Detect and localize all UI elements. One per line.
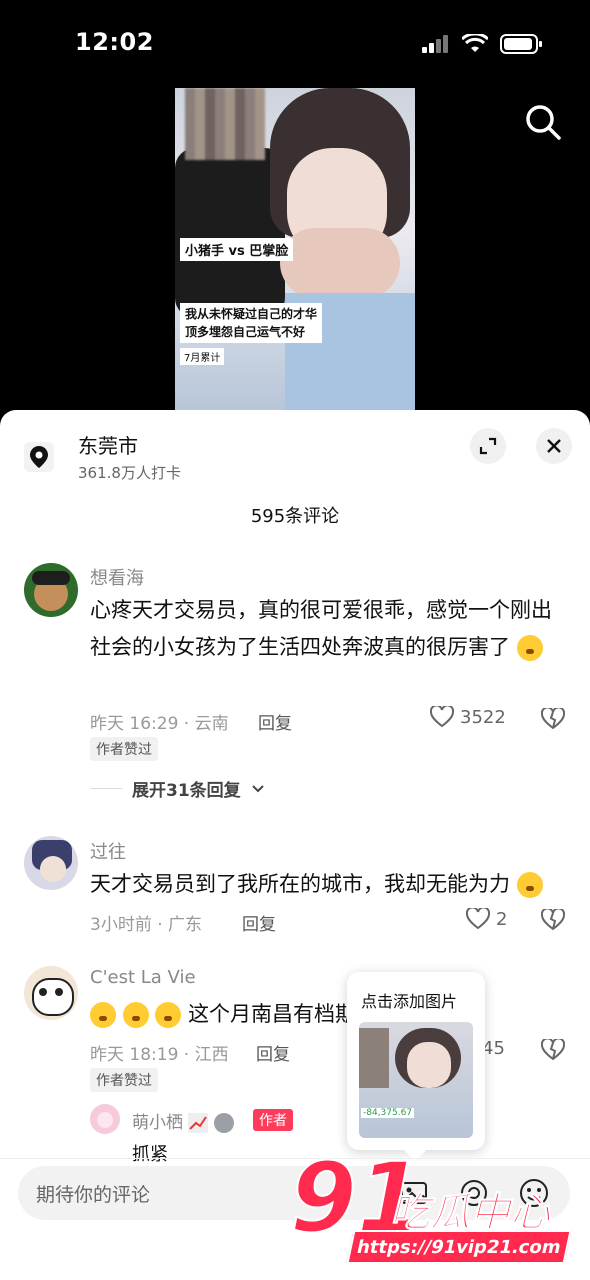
pleading-emoji-icon (155, 1002, 182, 1028)
video-hand (280, 228, 400, 298)
add-image-tooltip[interactable]: 点击添加图片 -84,375.67 (347, 972, 485, 1162)
comment-count: 595条评论 (250, 506, 340, 527)
dislike-button[interactable] (540, 1037, 566, 1065)
expand-button[interactable] (470, 428, 506, 464)
video-caption-line1: 我从未怀疑过自己的才华 (185, 307, 318, 321)
reply-button[interactable]: 回复 (242, 910, 276, 935)
crying-emoji-icon (516, 872, 543, 898)
heart-icon (430, 706, 454, 728)
alien-emoji-icon (213, 1113, 234, 1133)
sub-reply-text: 抓紧 (132, 1144, 168, 1165)
signal-icon (422, 35, 448, 53)
comment-meta: 昨天 16:29 · 云南 (90, 714, 229, 734)
battery-icon (500, 34, 542, 54)
wifi-icon (462, 34, 488, 52)
broken-heart-icon (540, 706, 566, 730)
author-liked-badge: 作者赞过 (90, 737, 158, 761)
video-player[interactable]: 小猪手 vs 巴掌脸 我从未怀疑过自己的才华 顶多埋怨自己运气不好 7月累计 (175, 88, 415, 410)
sub-reply-username[interactable]: 萌小栖 (132, 1108, 234, 1133)
close-icon (547, 439, 561, 453)
avatar[interactable] (24, 836, 78, 890)
comment-text: 心疼天才交易员，真的很可爱很乖，感觉一个刚出社会的小女孩为了生活四处奔波真的很厉… (90, 592, 570, 666)
broken-heart-icon (540, 907, 566, 931)
watermark-logo: 91 吃瓜中心 https://91vip21.com (289, 1149, 580, 1270)
like-count: 2 (496, 908, 508, 930)
comment-meta: 3小时前 · 广东 (90, 915, 203, 935)
dislike-button[interactable] (540, 907, 566, 935)
like-button[interactable]: 45 (482, 1038, 505, 1059)
comment-text: 这个月南昌有档期 (90, 996, 355, 1033)
status-bar: 12:02 (0, 0, 590, 90)
close-button[interactable] (536, 428, 572, 464)
pleading-emoji-icon (90, 1002, 116, 1028)
video-caption-line3: 7月累计 (180, 348, 225, 365)
avatar[interactable] (24, 966, 78, 1020)
heart-icon (466, 908, 490, 930)
broken-heart-icon (540, 1037, 566, 1061)
avatar[interactable] (24, 563, 78, 617)
comment-input-placeholder: 期待你的评论 (36, 1184, 151, 1206)
video-figure-left (175, 148, 285, 318)
comment-username[interactable]: 想看海 (90, 564, 144, 590)
comment-username[interactable]: C'est La Vie (90, 967, 196, 988)
comment-text-body: 心疼天才交易员，真的很可爱很乖，感觉一个刚出社会的小女孩为了生活四处奔波真的很厉… (90, 598, 552, 659)
expand-replies-label: 展开31条回复 (132, 781, 241, 801)
author-tag: 作者 (253, 1109, 293, 1131)
comment-text-body: 这个月南昌有档期 (188, 1002, 355, 1026)
location-title[interactable]: 东莞市 (78, 430, 138, 459)
status-time: 12:02 (75, 28, 154, 56)
video-caption: 我从未怀疑过自己的才华 顶多埋怨自己运气不好 (180, 303, 323, 343)
reply-button[interactable]: 回复 (256, 1040, 290, 1065)
divider (90, 788, 122, 789)
dislike-button[interactable] (540, 706, 566, 734)
chevron-down-icon (251, 784, 264, 792)
video-blur-face (185, 88, 265, 160)
reply-button[interactable]: 回复 (258, 709, 292, 734)
crying-emoji-icon (516, 635, 543, 661)
video-caption-line2: 顶多埋怨自己运气不好 (185, 325, 306, 339)
image-face (407, 1042, 451, 1088)
comment-meta: 昨天 18:19 · 江西 (90, 1045, 229, 1065)
location-pin-icon (24, 442, 54, 472)
chart-emoji-icon (188, 1113, 209, 1133)
sub-reply-username-text: 萌小栖 (132, 1113, 183, 1133)
suggested-image[interactable]: -84,375.67 (359, 1022, 473, 1138)
image-blur (359, 1028, 389, 1088)
expand-icon (479, 437, 497, 455)
comment-text-body: 天才交易员到了我所在的城市，我却无能为力 (90, 872, 510, 896)
search-button[interactable] (521, 100, 565, 144)
expand-replies-button[interactable]: 展开31条回复 (90, 776, 265, 801)
video-tag-title: 小猪手 vs 巴掌脸 (180, 238, 294, 261)
author-liked-badge: 作者赞过 (90, 1068, 158, 1092)
add-image-label: 点击添加图片 (361, 992, 458, 1011)
avatar[interactable] (90, 1104, 120, 1134)
like-button[interactable]: 3522 (430, 706, 506, 728)
comment-text: 天才交易员到了我所在的城市，我却无能为力 (90, 866, 570, 903)
image-overlay-text: -84,375.67 (361, 1108, 415, 1118)
like-count: 3522 (460, 706, 506, 728)
pleading-emoji-icon (122, 1002, 149, 1028)
watermark-url: https://91vip21.com (346, 1230, 572, 1264)
location-subtitle: 361.8万人打卡 (78, 464, 181, 482)
status-icons (422, 34, 542, 54)
like-button[interactable]: 2 (466, 908, 507, 930)
search-icon (526, 105, 561, 140)
like-count: 45 (482, 1038, 505, 1059)
comment-username[interactable]: 过往 (90, 838, 126, 864)
